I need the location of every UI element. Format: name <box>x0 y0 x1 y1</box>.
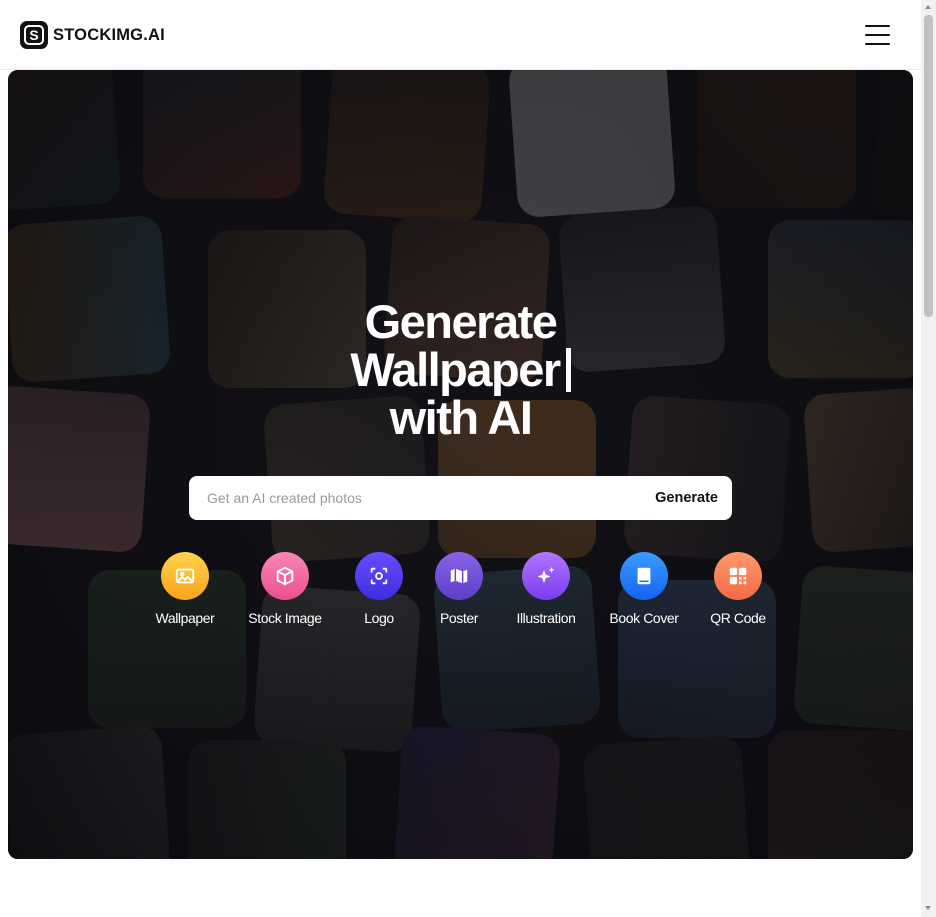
headline-line-2: Wallpaper <box>8 346 913 394</box>
prompt-search-bar: Generate <box>189 476 732 520</box>
category-stock-image[interactable]: Stock Image <box>235 552 335 626</box>
headline-line-1: Generate <box>364 295 558 348</box>
category-wallpaper[interactable]: Wallpaper <box>135 552 235 626</box>
category-label: Illustration <box>516 610 576 626</box>
headline-typed-word: Wallpaper <box>350 343 561 396</box>
category-qr-code[interactable]: QR Code <box>688 552 788 626</box>
hero-overlay <box>8 70 913 859</box>
hamburger-menu-icon[interactable] <box>864 24 892 46</box>
category-book-cover[interactable]: Book Cover <box>594 552 694 626</box>
category-label: Book Cover <box>609 610 679 626</box>
book-icon <box>620 552 668 600</box>
brand-name: STOCKIMG.AI <box>53 25 165 44</box>
category-label: QR Code <box>710 610 766 626</box>
vertical-scrollbar[interactable] <box>921 0 936 917</box>
box-icon <box>261 552 309 600</box>
map-icon <box>435 552 483 600</box>
focus-scan-icon <box>355 552 403 600</box>
category-list: Wallpaper Stock Image Logo Poster Illustrati… <box>8 552 913 632</box>
prompt-input[interactable] <box>189 476 646 520</box>
hero-headline: Generate Wallpaper with AI <box>8 298 913 442</box>
site-header: S STOCKIMG.AI <box>0 0 921 70</box>
category-poster[interactable]: Poster <box>409 552 509 626</box>
qr-code-icon <box>714 552 762 600</box>
headline-line-3: with AI <box>389 391 533 444</box>
typing-caret <box>565 348 571 392</box>
category-label: Wallpaper <box>155 610 215 626</box>
image-icon <box>161 552 209 600</box>
category-label: Stock Image <box>248 610 322 626</box>
category-illustration[interactable]: Illustration <box>496 552 596 626</box>
scroll-thumb[interactable] <box>924 15 933 317</box>
sparkles-icon <box>522 552 570 600</box>
hero-section: Generate Wallpaper with AI Generate Wall… <box>8 70 913 859</box>
page-below-hero <box>0 859 921 917</box>
generate-button[interactable]: Generate <box>645 476 732 520</box>
svg-text:S: S <box>29 27 38 43</box>
brand-logo[interactable]: S STOCKIMG.AI <box>20 21 165 49</box>
logo-s-icon: S <box>20 21 48 49</box>
scroll-up-arrow-icon[interactable] <box>925 5 931 9</box>
category-label: Poster <box>439 610 479 626</box>
scroll-down-arrow-icon[interactable] <box>925 906 931 910</box>
